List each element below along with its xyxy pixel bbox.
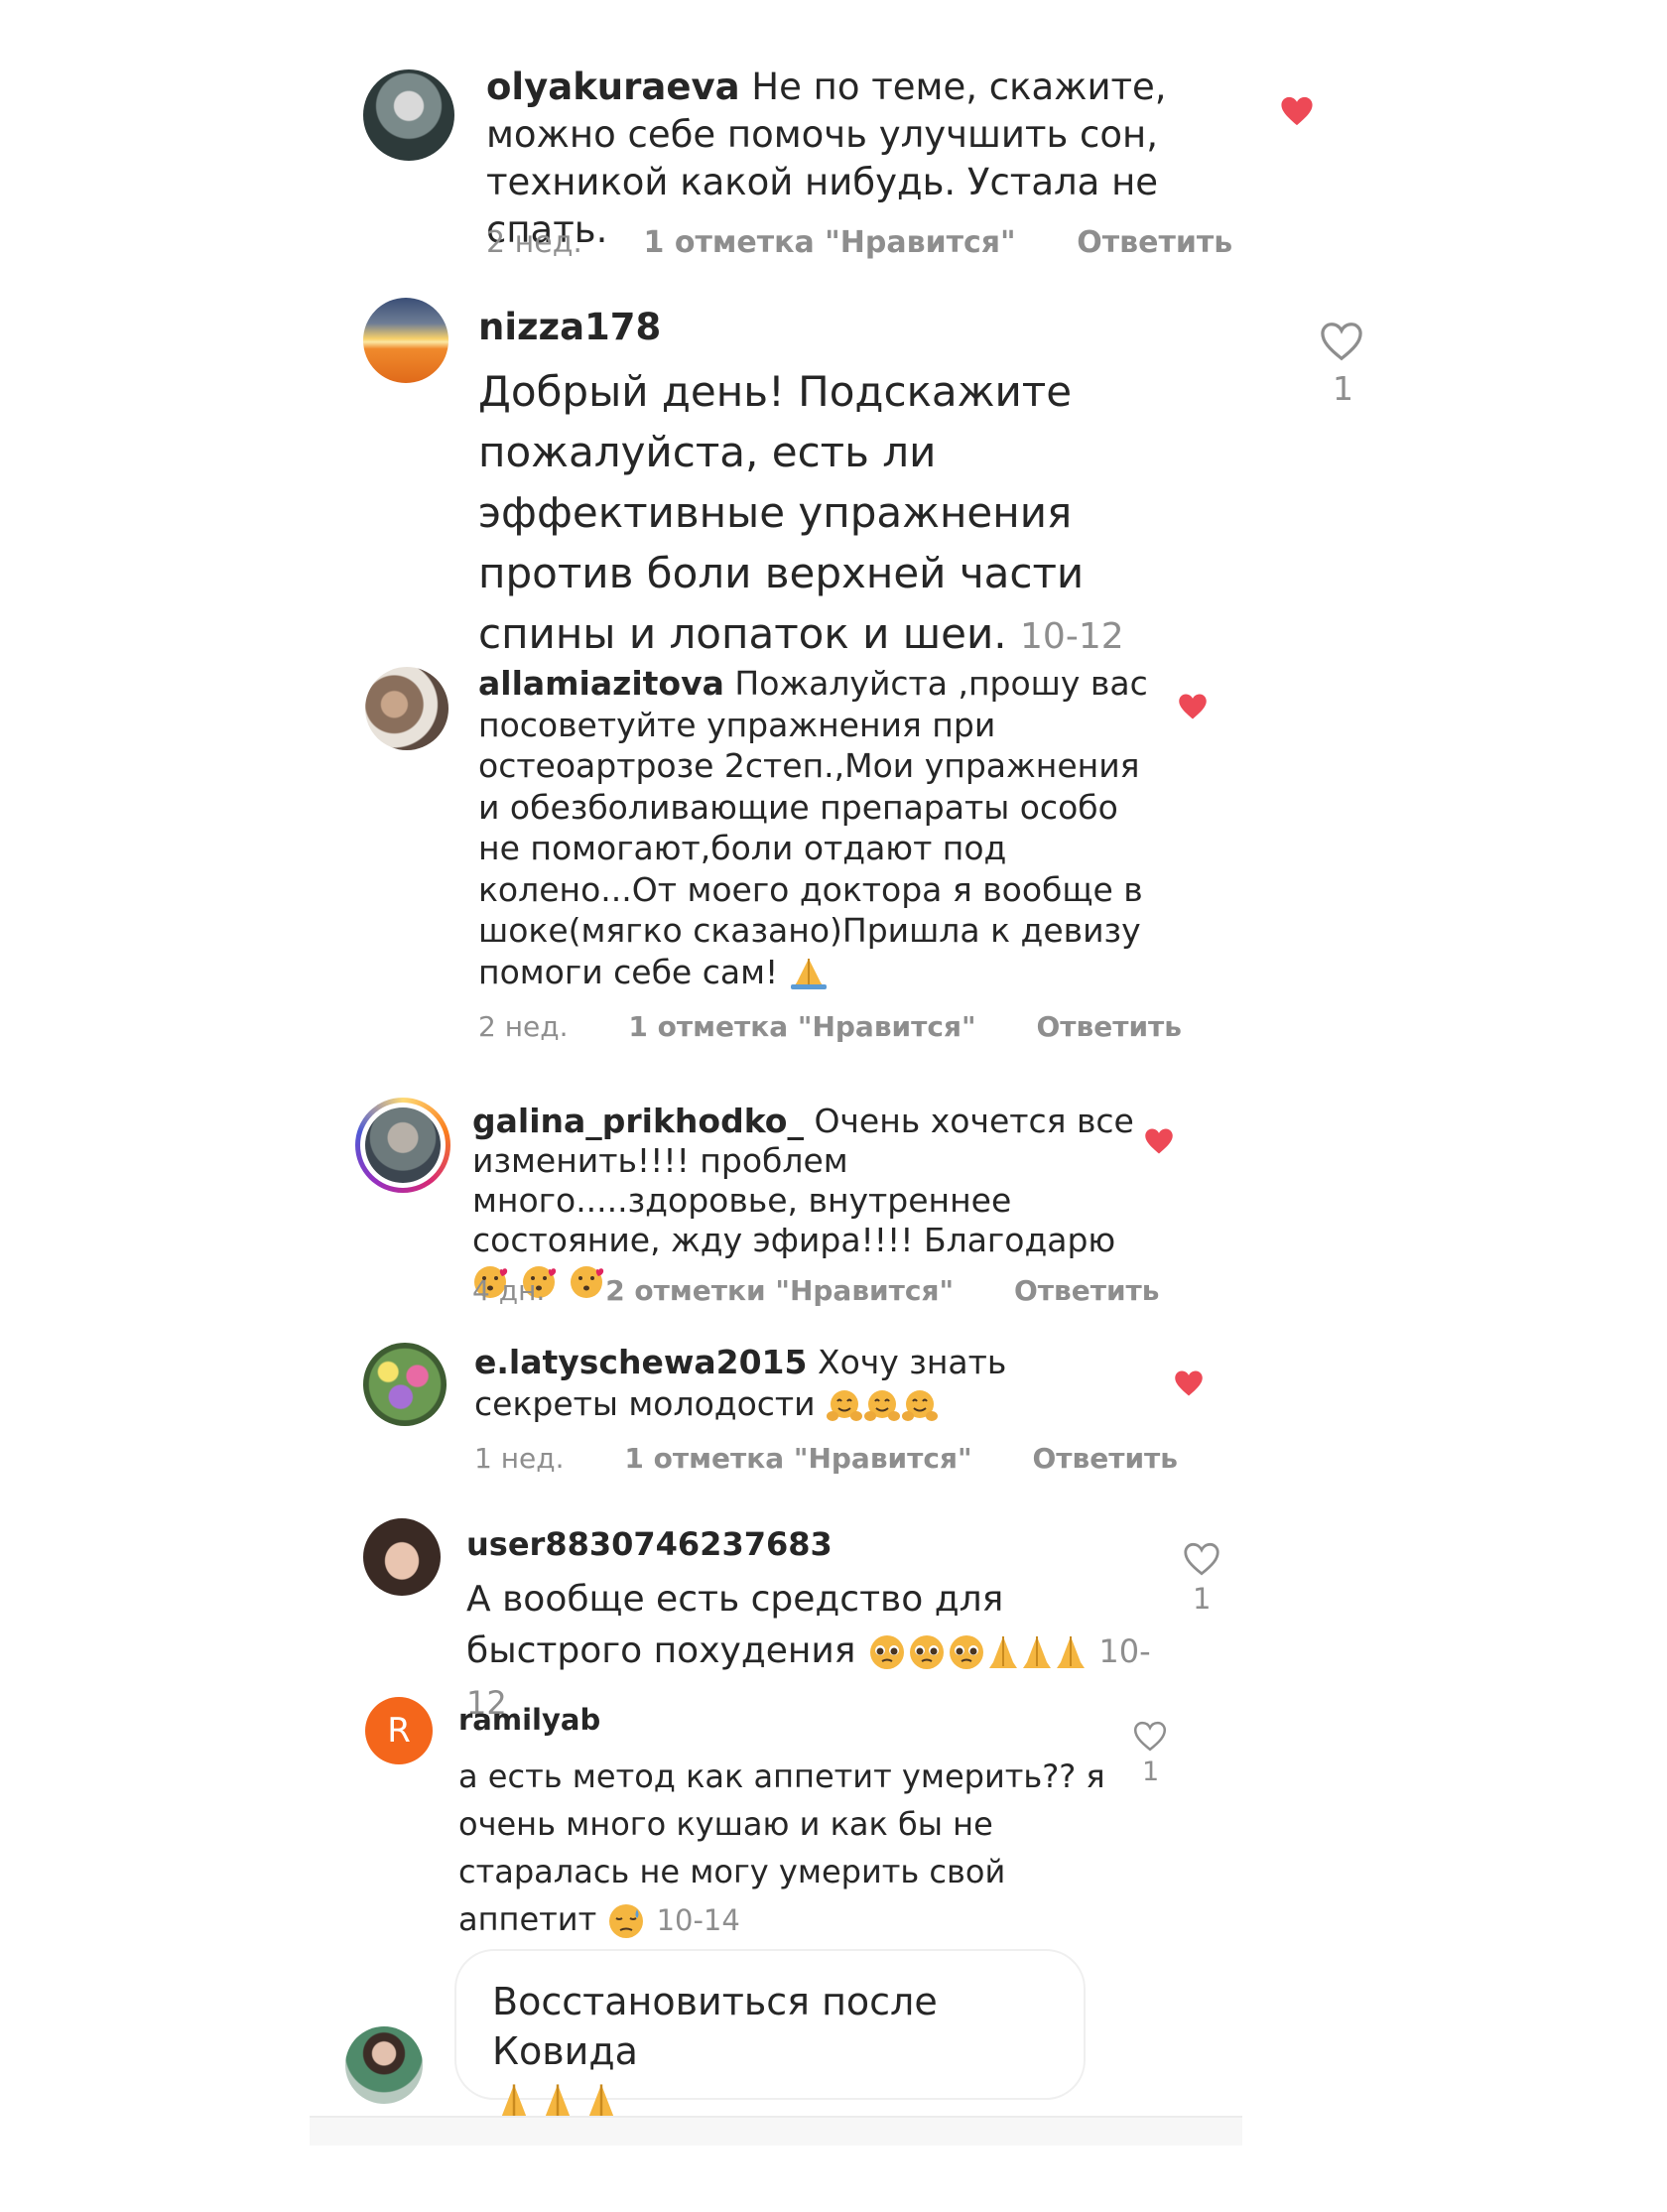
username[interactable]: allamiazitova: [478, 664, 724, 703]
likes-count-link[interactable]: 1 отметка "Нравится": [624, 1442, 971, 1475]
comment-meta: 2 нед. 1 отметка "Нравится" Ответить: [486, 225, 1284, 260]
folded-hands-emoji-icon: [1022, 1636, 1051, 1668]
avatar[interactable]: [345, 2026, 423, 2104]
avatar[interactable]: [363, 69, 454, 161]
comment-body: Добрый день! Подскажите пожалуйста, есть…: [478, 361, 1232, 667]
like-count: 1: [1142, 1757, 1160, 1787]
likes-count-link[interactable]: 1 отметка "Нравится": [644, 225, 1016, 260]
avatar-letter: R: [387, 1711, 411, 1751]
username[interactable]: nizza178: [478, 306, 661, 349]
comment-body: galina_prikhodko_ Очень хочется все изме…: [472, 1102, 1147, 1300]
heart-filled-icon[interactable]: [1174, 1369, 1204, 1397]
avatar[interactable]: [365, 667, 449, 750]
comment-meta: 4 дн. 2 отметки "Нравится" Ответить: [472, 1274, 1212, 1307]
username[interactable]: olyakuraeva: [486, 65, 740, 108]
hugging-face-emoji-icon: [864, 1389, 901, 1421]
bottom-divider: [310, 2116, 1242, 2146]
likes-count-link[interactable]: 2 отметки "Нравится": [605, 1274, 954, 1307]
comment-text: Пожалуйста ,прошу вас посоветуйте упражн…: [478, 664, 1148, 991]
username[interactable]: user8830746237683: [466, 1524, 833, 1564]
reply-button[interactable]: Ответить: [1077, 225, 1232, 260]
heart-filled-icon[interactable]: [1144, 1127, 1174, 1155]
comment-time: 2 нед.: [478, 1010, 569, 1043]
comment-body: Восстановиться после Ковида: [492, 1977, 1068, 2126]
username[interactable]: e.latyschewa2015: [474, 1343, 807, 1381]
heart-outline-icon[interactable]: [1320, 322, 1363, 361]
heart-outline-icon[interactable]: [1133, 1721, 1167, 1752]
reply-button[interactable]: Ответить: [1014, 1274, 1160, 1307]
comment-meta: 2 нед. 1 отметка "Нравится" Ответить: [478, 1010, 1233, 1043]
comment-text: Восстановиться после Ковида: [492, 1980, 938, 2073]
reply-button[interactable]: Ответить: [1032, 1442, 1178, 1475]
message-bubble[interactable]: Восстановиться после Ковида: [454, 1949, 1086, 2125]
heart-filled-icon[interactable]: [1178, 693, 1208, 720]
pleading-face-emoji-icon: [909, 1635, 944, 1669]
comment-body: allamiazitova Пожалуйста ,прошу вас посо…: [478, 663, 1153, 992]
comment-time: 4 дн.: [472, 1274, 546, 1307]
hugging-face-emoji-icon: [827, 1389, 863, 1421]
avatar[interactable]: [355, 1098, 450, 1193]
comment-timestamp: 10-14: [656, 1903, 740, 1937]
comment-body: e.latyschewa2015 Хочу знать секреты моло…: [474, 1342, 1149, 1425]
like-count: 1: [1193, 1582, 1212, 1616]
avatar[interactable]: [363, 1343, 447, 1426]
pleading-face-emoji-icon: [949, 1635, 983, 1669]
likes-count-link[interactable]: 1 отметка "Нравится": [628, 1010, 975, 1043]
comment-body: а есть метод как аппетит умерить?? я оче…: [458, 1753, 1113, 1944]
username[interactable]: ramilyab: [458, 1701, 600, 1739]
heart-filled-icon[interactable]: [1280, 95, 1314, 127]
pleading-face-emoji-icon: [869, 1635, 904, 1669]
folded-hands-emoji-icon: [1056, 1636, 1085, 1668]
comment-time: 1 нед.: [474, 1442, 565, 1475]
avatar[interactable]: [363, 1518, 441, 1596]
comment-time: 2 нед.: [486, 225, 582, 260]
like-count: 1: [1333, 369, 1353, 408]
folded-hands-emoji-icon: [790, 959, 827, 989]
folded-hands-emoji-icon: [988, 1636, 1017, 1668]
comment-timestamp: 10-12: [1020, 616, 1124, 657]
comment-meta: 1 нед. 1 отметка "Нравится" Ответить: [474, 1442, 1229, 1475]
avatar[interactable]: R: [365, 1697, 433, 1764]
username[interactable]: galina_prikhodko_: [472, 1102, 804, 1140]
comment-text: а есть метод как аппетит умерить?? я оче…: [458, 1757, 1105, 1938]
hugging-face-emoji-icon: [902, 1389, 939, 1421]
avatar[interactable]: [363, 298, 449, 383]
downcast-face-emoji-icon: [609, 1904, 644, 1938]
heart-outline-icon[interactable]: [1183, 1542, 1220, 1576]
reply-button[interactable]: Ответить: [1036, 1010, 1182, 1043]
comment-text: Добрый день! Подскажите пожалуйста, есть…: [478, 367, 1085, 658]
